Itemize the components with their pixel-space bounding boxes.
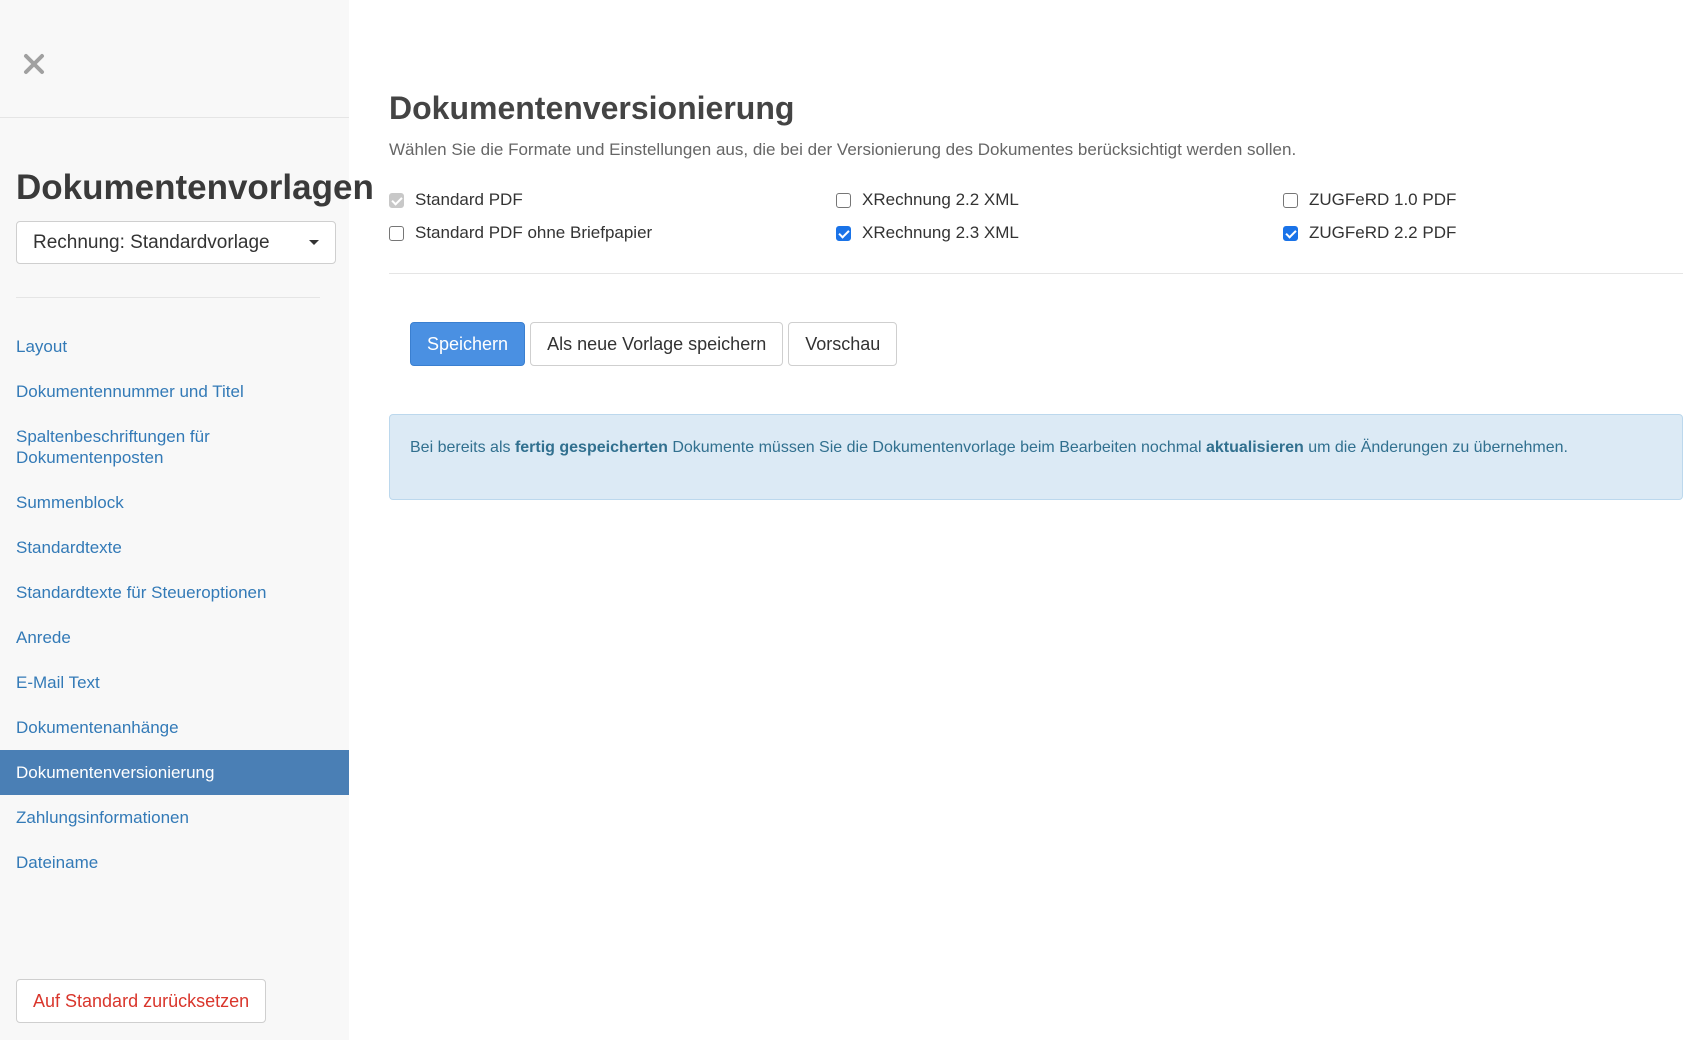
option-zugferd-10[interactable]: ZUGFeRD 1.0 PDF	[1283, 190, 1456, 210]
sidebar-item-steueroptionen[interactable]: Standardtexte für Steueroptionen	[0, 570, 349, 615]
sidebar-nav: Layout Dokumentennummer und Titel Spalte…	[0, 324, 349, 885]
alert-text: Dokumente müssen Sie die Dokumentenvorla…	[667, 439, 1206, 456]
sidebar-item-dateiname[interactable]: Dateiname	[0, 840, 349, 885]
sidebar-item-layout[interactable]: Layout	[0, 324, 349, 369]
info-alert: Bei bereits als fertig gespeicherten Dok…	[389, 414, 1683, 500]
template-select-value: Rechnung: Standardvorlage	[33, 231, 270, 253]
option-xrechnung-23[interactable]: XRechnung 2.3 XML	[836, 223, 1019, 243]
option-label: ZUGFeRD 1.0 PDF	[1309, 190, 1457, 209]
checkbox[interactable]	[1283, 192, 1298, 208]
sidebar-item-summenblock[interactable]: Summenblock	[0, 480, 349, 525]
alert-bold: fertig gespeicherten	[514, 439, 668, 456]
sidebar-title: Dokumentenvorlagen	[16, 168, 374, 207]
option-label: Standard PDF	[415, 190, 523, 209]
option-label: XRechnung 2.2 XML	[862, 190, 1019, 209]
sidebar-item-email-text[interactable]: E-Mail Text	[0, 660, 349, 705]
option-standard-pdf-ohne-briefpapier[interactable]: Standard PDF ohne Briefpapier	[389, 223, 652, 243]
checkbox[interactable]	[836, 225, 851, 241]
sidebar-item-dokumentenanhaenge[interactable]: Dokumentenanhänge	[0, 705, 349, 750]
preview-button[interactable]: Vorschau	[788, 322, 898, 366]
page-title: Dokumentenversionierung	[389, 90, 795, 126]
close-icon[interactable]	[20, 50, 48, 78]
save-as-new-template-button[interactable]: Als neue Vorlage speichern	[530, 322, 784, 366]
checkbox[interactable]	[1283, 225, 1298, 241]
sidebar-item-anrede[interactable]: Anrede	[0, 615, 349, 660]
page-description: Wählen Sie die Formate und Einstellungen…	[389, 140, 1297, 159]
checkbox[interactable]	[389, 192, 404, 208]
sidebar-item-standardtexte[interactable]: Standardtexte	[0, 525, 349, 570]
sidebar-divider	[16, 297, 320, 298]
sidebar-item-zahlungsinformationen[interactable]: Zahlungsinformationen	[0, 795, 349, 840]
alert-text: Bei bereits als	[410, 439, 515, 456]
sidebar-item-dokumentennummer[interactable]: Dokumentennummer und Titel	[0, 369, 349, 414]
save-button[interactable]: Speichern	[410, 322, 526, 366]
option-standard-pdf[interactable]: Standard PDF	[389, 190, 523, 210]
sidebar-item-spaltenbeschriftungen[interactable]: Spaltenbeschriftungen für Dokumentenpost…	[0, 414, 300, 480]
alert-bold: aktualisieren	[1205, 439, 1304, 456]
alert-text: um die Änderungen zu übernehmen.	[1303, 439, 1568, 456]
divider	[389, 273, 1683, 274]
sidebar-item-dokumentenversionierung[interactable]: Dokumentenversionierung	[0, 750, 349, 795]
action-buttons: Speichern Als neue Vorlage speichern Vor…	[410, 322, 898, 366]
sidebar-header	[0, 0, 349, 118]
checkbox[interactable]	[389, 225, 404, 241]
option-label: Standard PDF ohne Briefpapier	[415, 223, 653, 242]
option-xrechnung-22[interactable]: XRechnung 2.2 XML	[836, 190, 1019, 210]
sidebar: Dokumentenvorlagen Rechnung: Standardvor…	[0, 0, 374, 1040]
template-select[interactable]: Rechnung: Standardvorlage	[16, 221, 336, 264]
option-label: XRechnung 2.3 XML	[862, 223, 1019, 242]
option-label: ZUGFeRD 2.2 PDF	[1309, 223, 1457, 242]
checkbox[interactable]	[836, 192, 851, 208]
reset-to-default-button[interactable]: Auf Standard zurücksetzen	[16, 979, 267, 1023]
chevron-down-icon	[309, 240, 319, 245]
option-zugferd-22[interactable]: ZUGFeRD 2.2 PDF	[1283, 223, 1456, 243]
